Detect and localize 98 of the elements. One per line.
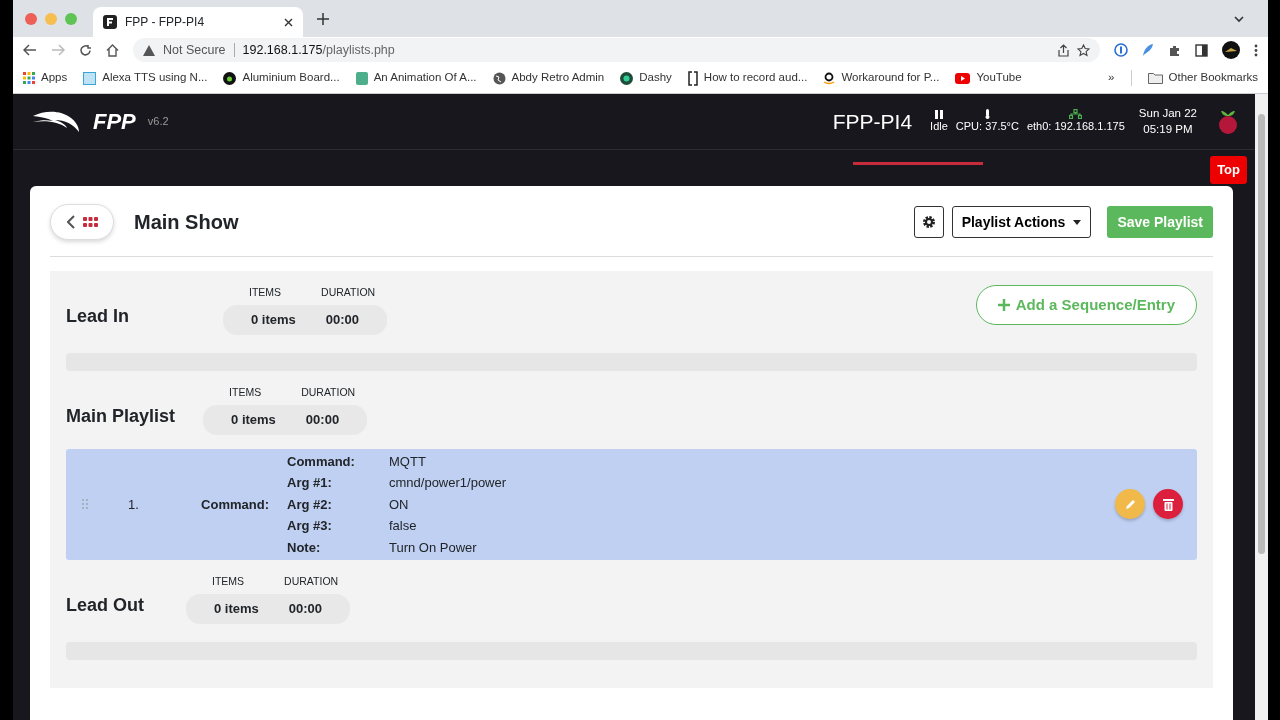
bookmark-icon: [223, 71, 237, 85]
item-count: 0 items: [231, 410, 276, 429]
column-label: DURATION: [321, 285, 376, 300]
top-button[interactable]: Top: [1210, 156, 1247, 184]
network-icon: [1069, 109, 1083, 120]
field-label: Arg #3:: [287, 517, 333, 535]
bookmark-link[interactable]: Aluminium Board...: [242, 69, 340, 87]
field-value: MQTT: [389, 452, 427, 471]
new-tab-icon[interactable]: [317, 12, 329, 25]
app-icon: [103, 15, 117, 29]
playlist-actions-dropdown[interactable]: Playlist Actions: [951, 206, 1092, 238]
column-label: ITEMS: [249, 285, 282, 300]
address-bar[interactable]: Not Secure 192.168.1.175/playlists.php: [133, 38, 1100, 62]
field-label: Arg #2:: [287, 495, 333, 514]
extensions-icon[interactable]: [1168, 43, 1181, 57]
browser-tab[interactable]: FPP - FPP-PI4: [93, 7, 303, 37]
network-address: eth0: 192.168.1.175: [1026, 119, 1125, 134]
chevron-left-icon: [66, 215, 75, 229]
plus-icon: [997, 299, 1010, 311]
field-label: Note:: [287, 538, 322, 557]
item-count: 0 items: [214, 600, 259, 618]
thermometer-icon: [984, 109, 990, 120]
item-count: 0 items: [251, 311, 296, 329]
bookmark-link[interactable]: An Animation Of A...: [373, 69, 477, 87]
section-title: Lead In: [66, 304, 129, 328]
logo-text: FPP: [93, 108, 136, 136]
field-value: false: [389, 517, 418, 535]
chevron-down-icon[interactable]: [1234, 14, 1244, 23]
field-value: cmnd/power1/power: [389, 474, 507, 492]
tab-title: FPP - FPP-PI4: [125, 14, 206, 31]
bookmark-icon: [83, 71, 97, 85]
logo-drawing: [31, 109, 81, 134]
security-label: Not Secure: [163, 41, 226, 59]
close-tab-icon[interactable]: [284, 17, 293, 27]
profile-avatar-icon[interactable]: [1222, 41, 1240, 59]
version-label: v6.2: [147, 114, 169, 130]
entry-number: 1.: [128, 495, 140, 514]
bookmark-link[interactable]: Abdy Retro Admin: [511, 69, 605, 87]
delete-button[interactable]: [1153, 489, 1183, 520]
folder-icon: [1147, 72, 1163, 84]
back-icon[interactable]: [23, 44, 37, 56]
field-value: Turn On Power: [389, 538, 478, 557]
password-manager-icon[interactable]: [1114, 43, 1128, 57]
globe-icon: [492, 71, 506, 85]
playlist-title: Main Show: [134, 210, 239, 235]
column-label: ITEMS: [229, 384, 262, 400]
pause-icon: [934, 109, 943, 119]
bookmark-link[interactable]: YouTube: [976, 69, 1022, 87]
more-menu-icon[interactable]: [1254, 43, 1258, 57]
play-icon: [955, 72, 971, 84]
drag-handle-icon[interactable]: [82, 498, 88, 511]
duration-value: 00:00: [305, 410, 340, 429]
scrollbar-thumb[interactable]: [1258, 114, 1265, 554]
bracket-icon: [687, 70, 698, 86]
pencil-icon: [1123, 497, 1137, 511]
home-icon[interactable]: [106, 43, 119, 57]
overflow-chevron[interactable]: »: [1108, 69, 1115, 87]
duration-value: 00:00: [325, 311, 360, 329]
feather-icon[interactable]: [1142, 43, 1154, 57]
entry-type: Command:: [200, 495, 269, 514]
playlist-entry[interactable]: 1. Command: Command: MQTT Arg #1: cmnd/power1/power Arg #2: ON Arg #3: false Note: Turn On Power: [66, 448, 1197, 560]
column-label: DURATION: [301, 384, 356, 400]
column-label: ITEMS: [212, 574, 245, 589]
apps-grid-icon: [23, 72, 35, 84]
bookmark-link[interactable]: Apps: [41, 69, 68, 87]
side-panel-icon[interactable]: [1195, 43, 1208, 57]
bookmark-link[interactable]: How to record aud...: [703, 69, 808, 87]
bookmark-link[interactable]: Dashy: [639, 69, 672, 87]
field-label: Command:: [287, 452, 356, 471]
cpu-temperature: CPU: 37.5°C: [955, 119, 1019, 134]
field-value: ON: [389, 495, 410, 514]
bookmark-icon: [620, 71, 634, 85]
date-label: Sun Jan 22: [1138, 106, 1197, 121]
url-text: 192.168.1.175/playlists.php: [242, 41, 395, 59]
raspberry-icon: [1217, 108, 1239, 135]
hostname-label: FPP-PI4: [832, 108, 913, 135]
column-label: DURATION: [284, 574, 339, 589]
reload-icon[interactable]: [79, 43, 92, 57]
settings-icon: [921, 215, 936, 229]
back-button[interactable]: [50, 204, 114, 240]
trash-icon: [1162, 497, 1174, 511]
bookmark-icon: [355, 71, 368, 85]
settings-button[interactable]: [913, 206, 944, 238]
grid-icon: [82, 217, 98, 227]
section-title: Main Playlist: [66, 404, 176, 428]
star-icon[interactable]: [1077, 43, 1090, 57]
bookmark-folder[interactable]: Other Bookmarks: [1168, 69, 1258, 87]
warning-icon: [143, 44, 155, 56]
bookmark-link[interactable]: Alexa TTS using N...: [102, 69, 208, 87]
duration-value: 00:00: [288, 600, 323, 618]
field-label: Arg #1:: [287, 474, 333, 492]
status-label: Idle: [930, 118, 948, 134]
close-window-button[interactable]: [25, 12, 37, 25]
section-title: Lead Out: [66, 593, 144, 617]
bookmark-icon: [823, 71, 836, 85]
time-label: 05:19 PM: [1143, 121, 1193, 137]
bookmark-link[interactable]: Workaround for P...: [841, 69, 940, 87]
share-icon[interactable]: [1058, 43, 1069, 57]
